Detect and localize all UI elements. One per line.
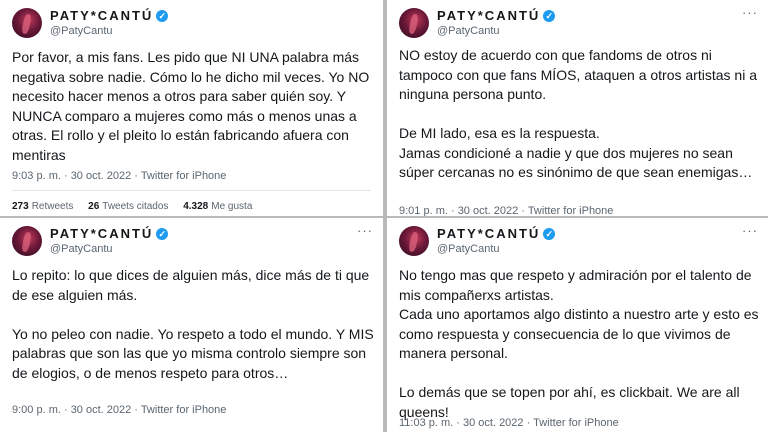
tweet-timestamp[interactable]: 9:03 p. m. · 30 oct. 2022 · Twitter for …: [12, 170, 226, 182]
profile-avatar[interactable]: [399, 226, 429, 256]
verified-badge-icon: ✓: [156, 228, 169, 240]
more-options-icon[interactable]: ···: [742, 224, 758, 242]
tweet-text: Por favor, a mis fans. Les pido que NI U…: [12, 49, 370, 163]
likes-stat[interactable]: 4.328 Me gusta: [183, 201, 252, 212]
display-name[interactable]: PATY*CANTÚ ✓: [437, 226, 556, 241]
profile-avatar[interactable]: [12, 226, 42, 256]
more-options-icon[interactable]: ···: [742, 6, 758, 24]
verified-badge-icon: ✓: [156, 10, 169, 22]
tweet-card[interactable]: PATY*CANTÚ ✓ @PatyCantu ··· NO estoy de a…: [387, 0, 768, 216]
profile-avatar[interactable]: [399, 8, 429, 38]
tweet-card[interactable]: PATY*CANTÚ ✓ @PatyCantu ··· Lo repito: lo…: [0, 218, 383, 432]
quote-tweets-stat[interactable]: 26 Tweets citados: [88, 201, 168, 212]
divider: [12, 190, 371, 191]
user-handle[interactable]: @PatyCantu: [50, 243, 113, 255]
tweet-text: No tengo mas que respeto y admiración po…: [399, 267, 759, 420]
user-handle[interactable]: @PatyCantu: [437, 243, 500, 255]
tweet-card[interactable]: PATY*CANTÚ ✓ @PatyCantu ··· No tengo mas …: [387, 218, 768, 432]
more-options-icon[interactable]: ···: [357, 224, 373, 242]
display-name[interactable]: PATY*CANTÚ ✓: [50, 226, 169, 241]
tweet-text: NO estoy de acuerdo con que fandoms de o…: [399, 47, 757, 180]
tweet-timestamp[interactable]: 9:00 p. m. · 30 oct. 2022 · Twitter for …: [12, 404, 226, 416]
user-handle[interactable]: @PatyCantu: [50, 25, 113, 37]
verified-badge-icon: ✓: [543, 10, 556, 22]
tweet-timestamp[interactable]: 9:01 p. m. · 30 oct. 2022 · Twitter for …: [399, 205, 613, 216]
tweet-stats: 273 Retweets 26 Tweets citados 4.328 Me gus…: [12, 201, 264, 212]
profile-avatar[interactable]: [12, 8, 42, 38]
verified-badge-icon: ✓: [543, 228, 556, 240]
tweet-text: Lo repito: lo que dices de alguien más, …: [12, 267, 374, 381]
tweet-timestamp[interactable]: 11:03 p. m. · 30 oct. 2022 · Twitter for…: [399, 417, 619, 429]
tweet-card[interactable]: PATY*CANTÚ ✓ @PatyCantu Por favor, a mis …: [0, 0, 383, 216]
display-name[interactable]: PATY*CANTÚ ✓: [50, 8, 169, 23]
retweets-stat[interactable]: 273 Retweets: [12, 201, 73, 212]
display-name[interactable]: PATY*CANTÚ ✓: [437, 8, 556, 23]
user-handle[interactable]: @PatyCantu: [437, 25, 500, 37]
